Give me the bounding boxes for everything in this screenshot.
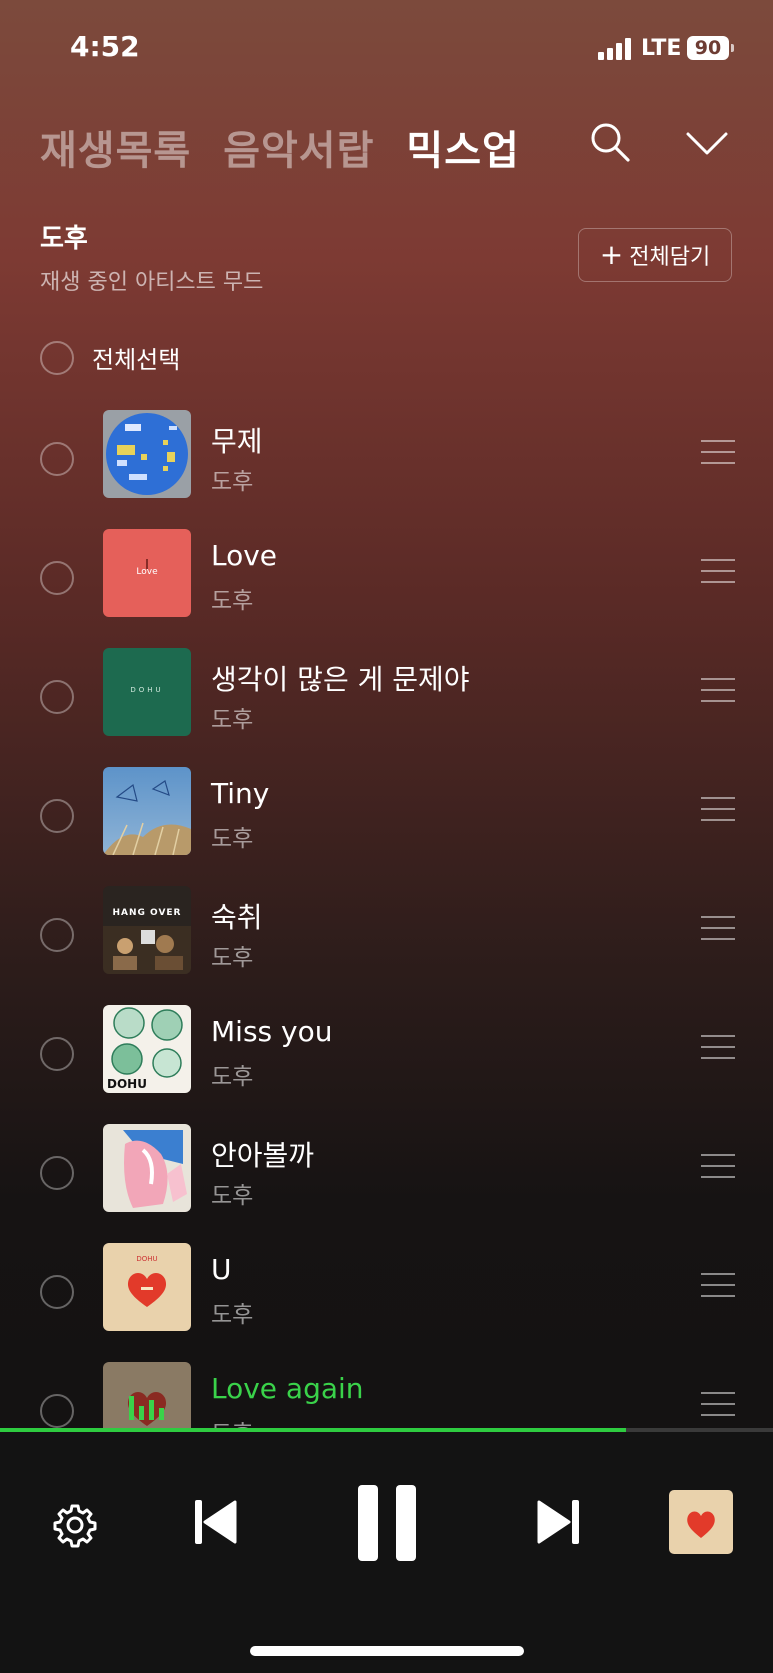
list-item-now-playing[interactable]: Love again 도후 <box>0 1362 773 1428</box>
song-title: Love <box>211 539 278 572</box>
list-item[interactable]: 안아볼까 도후 <box>0 1124 773 1224</box>
list-item[interactable]: 무제 도후 <box>0 410 773 510</box>
equalizer-icon <box>129 1396 164 1420</box>
album-art: DOHU <box>103 648 191 736</box>
song-title: 안아볼까 <box>211 1139 315 1172</box>
drag-handle-icon[interactable] <box>701 1273 735 1299</box>
album-art-label: DOHU <box>136 1255 158 1263</box>
select-checkbox[interactable] <box>40 1394 74 1428</box>
select-checkbox[interactable] <box>40 442 74 476</box>
song-artist: 도후 <box>211 469 254 495</box>
album-art: DOHU <box>103 1005 191 1093</box>
drag-handle-icon[interactable] <box>701 440 735 466</box>
gear-icon[interactable] <box>52 1502 98 1552</box>
drag-handle-icon[interactable] <box>701 1154 735 1180</box>
song-artist: 도후 <box>211 1183 254 1209</box>
song-artist: 도후 <box>211 588 254 614</box>
song-title: U <box>211 1253 232 1286</box>
list-item[interactable]: DOHU U 도후 <box>0 1243 773 1343</box>
now-playing-album-art[interactable] <box>669 1490 733 1554</box>
select-checkbox[interactable] <box>40 680 74 714</box>
select-checkbox[interactable] <box>40 1156 74 1190</box>
song-title: 생각이 많은 게 문제야 <box>211 663 470 696</box>
album-art-label: HANG OVER <box>112 908 182 918</box>
drag-handle-icon[interactable] <box>701 916 735 942</box>
song-artist: 도후 <box>211 826 254 852</box>
song-artist: 도후 <box>211 707 254 733</box>
drag-handle-icon[interactable] <box>701 559 735 585</box>
song-list: 무제 도후 Love Love 도후 DOHU 생각이 많은 게 문제야 도후 … <box>0 0 773 1428</box>
select-checkbox[interactable] <box>40 799 74 833</box>
pause-icon[interactable] <box>356 1483 418 1567</box>
song-title: Tiny <box>211 777 270 810</box>
select-checkbox[interactable] <box>40 1275 74 1309</box>
select-checkbox[interactable] <box>40 918 74 952</box>
list-item[interactable]: HANG OVER 숙취 도후 <box>0 886 773 986</box>
song-artist: 도후 <box>211 1414 253 1428</box>
select-checkbox[interactable] <box>40 1037 74 1071</box>
list-item[interactable]: DOHU 생각이 많은 게 문제야 도후 <box>0 648 773 748</box>
song-title: 숙취 <box>211 901 263 934</box>
album-art: DOHU <box>103 1243 191 1331</box>
album-art-label: DOHU <box>107 1077 147 1091</box>
song-artist: 도후 <box>211 945 254 971</box>
album-art <box>103 410 191 498</box>
next-track-icon[interactable] <box>537 1498 581 1550</box>
song-artist: 도후 <box>211 1302 254 1328</box>
album-art: Love <box>103 529 191 617</box>
song-artist: 도후 <box>211 1064 254 1090</box>
list-item[interactable]: DOHU Miss you 도후 <box>0 1005 773 1105</box>
list-item[interactable]: Tiny 도후 <box>0 767 773 867</box>
list-item[interactable]: Love Love 도후 <box>0 529 773 629</box>
previous-track-icon[interactable] <box>193 1498 237 1550</box>
album-art-label: DOHU <box>130 686 164 694</box>
drag-handle-icon[interactable] <box>701 678 735 704</box>
album-art <box>103 1362 191 1428</box>
album-art <box>103 767 191 855</box>
album-art-label: Love <box>136 567 158 577</box>
song-title: Miss you <box>211 1015 333 1048</box>
drag-handle-icon[interactable] <box>701 797 735 823</box>
drag-handle-icon[interactable] <box>701 1392 735 1418</box>
song-title: 무제 <box>211 425 263 458</box>
song-title: Love again <box>211 1372 364 1405</box>
album-art: HANG OVER <box>103 886 191 974</box>
album-art <box>103 1124 191 1212</box>
select-checkbox[interactable] <box>40 561 74 595</box>
drag-handle-icon[interactable] <box>701 1035 735 1061</box>
home-indicator[interactable] <box>250 1646 524 1656</box>
